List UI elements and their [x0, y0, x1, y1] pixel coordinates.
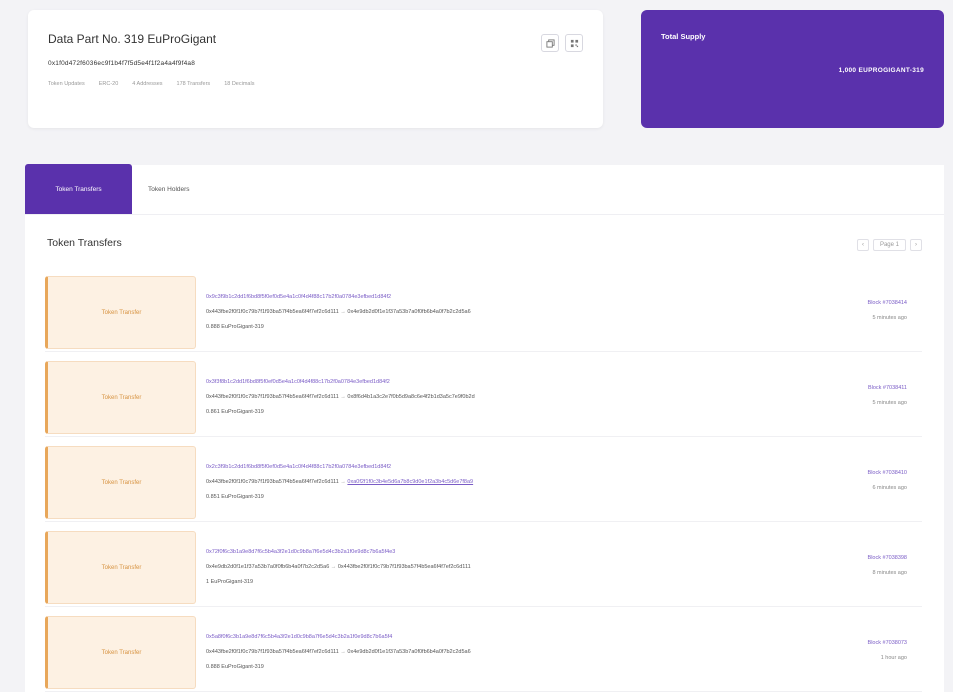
total-supply-card: Total Supply 1,000 EUPROGIGANT-319	[641, 10, 944, 128]
transfer-meta: Block #7038410 6 minutes ago	[868, 466, 907, 496]
from-address-link[interactable]: 0x443fbe2f0f1f0c79b7f1f93ba57f4b5ea6f4f7…	[206, 649, 339, 655]
tab-bar: Token Transfers Token Holders	[25, 164, 944, 215]
transfer-list: Token Transfer 0x9c3f9b1c2dd1f6bd8f5f0ef…	[45, 274, 922, 692]
transfer-row: Token Transfer 0x2c3f9b1c2dd1f6bd8f5f0ef…	[45, 444, 922, 522]
transfer-meta: Block #7038073 1 hour ago	[868, 636, 907, 666]
transfer-route: 0x4e9db2d0f1e1f37a53b7a0f0fb6b4a0f7b2c2d…	[206, 560, 471, 575]
transfer-type-badge: Token Transfer	[45, 446, 196, 519]
token-meta-item: ERC-20	[98, 81, 119, 87]
transaction-hash-link[interactable]: 0x5a8f0f6c3b1a9e8d7f6c5b4a3f2e1d0c9b8a7f…	[206, 630, 471, 645]
transaction-hash-link[interactable]: 0x9c3f9b1c2dd1f6bd8f5f0ef0d5e4a1c0f4d4f8…	[206, 290, 471, 305]
transfer-row: Token Transfer 0x72f0f6c3b1a9e8d7f6c5b4a…	[45, 529, 922, 607]
transfer-route: 0x443fbe2f0f1f0c79b7f1f93ba57f4b5ea6f4f7…	[206, 645, 471, 660]
transfer-amount: 1 EuProGigant-319	[206, 579, 254, 585]
block-number-link[interactable]: Block #7038411	[868, 381, 907, 396]
copy-address-button[interactable]	[541, 34, 559, 52]
token-meta-item[interactable]: 178 Transfers	[177, 81, 211, 87]
transfer-age: 5 minutes ago	[872, 315, 907, 321]
transfer-meta: Block #7038411 5 minutes ago	[868, 381, 907, 411]
transfer-details: 0x3f3f8b1c2dd1f6bd8f5f0ef0d5e4a1c0f4d4f8…	[206, 375, 475, 420]
chevron-right-icon: ›	[915, 242, 917, 248]
transaction-hash-link[interactable]: 0x72f0f6c3b1a9e8d7f6c5b4a3f2e1d0c9b8a7f6…	[206, 545, 471, 560]
token-meta-item[interactable]: Token Updates	[48, 81, 85, 87]
prev-page-button[interactable]: ‹	[856, 239, 869, 251]
transfer-details: 0x9c3f9b1c2dd1f6bd8f5f0ef0d5e4a1c0f4d4f8…	[206, 290, 471, 335]
transfer-amount: 0.851 EuProGigant-319	[206, 494, 264, 500]
transfer-details: 0x2c3f9b1c2dd1f6bd8f5f0ef0d5e4a1c0f4d4f8…	[206, 460, 473, 505]
transfer-meta: Block #7038414 5 minutes ago	[868, 296, 907, 326]
transfer-row: Token Transfer 0x5a8f0f6c3b1a9e8d7f6c5b4…	[45, 614, 922, 692]
token-details-card: Data Part No. 319 EuProGigant 0x1f0d472f…	[28, 10, 603, 128]
transfer-type-badge: Token Transfer	[45, 531, 196, 604]
token-meta-item: 18 Decimals	[224, 81, 255, 87]
transfer-age: 8 minutes ago	[872, 570, 907, 576]
transfer-row: Token Transfer 0x9c3f9b1c2dd1f6bd8f5f0ef…	[45, 274, 922, 352]
token-actions	[541, 34, 583, 52]
transaction-hash-link[interactable]: 0x3f3f8b1c2dd1f6bd8f5f0ef0d5e4a1c0f4d4f8…	[206, 375, 475, 390]
block-number-link[interactable]: Block #7038073	[868, 636, 907, 651]
from-address-link[interactable]: 0x443fbe2f0f1f0c79b7f1f93ba57f4b5ea6f4f7…	[206, 479, 339, 485]
to-address-link[interactable]: 0x4e9db2d0f1e1f37a53b7a0f0fb6b4a0f7b2c2d…	[347, 649, 470, 655]
transfer-route: 0x443fbe2f0f1f0c79b7f1f93ba57f4b5ea6f4f7…	[206, 305, 471, 320]
from-address-link[interactable]: 0x443fbe2f0f1f0c79b7f1f93ba57f4b5ea6f4f7…	[206, 394, 339, 400]
token-contract-address[interactable]: 0x1f0d472f6036ec9f1b4f7f5d5e4f1f2a4a4f9f…	[48, 60, 583, 67]
transfer-type-badge: Token Transfer	[45, 616, 196, 689]
token-meta-item[interactable]: 4 Addresses	[132, 81, 162, 87]
arrow-right-icon: →	[330, 564, 338, 570]
qr-code-button[interactable]	[565, 34, 583, 52]
transfer-route: 0x443fbe2f0f1f0c79b7f1f93ba57f4b5ea6f4f7…	[206, 475, 473, 490]
transfer-age: 6 minutes ago	[872, 485, 907, 491]
transfer-details: 0x72f0f6c3b1a9e8d7f6c5b4a3f2e1d0c9b8a7f6…	[206, 545, 471, 590]
transfer-amount: 0.861 EuProGigant-319	[206, 409, 264, 415]
transfer-row: Token Transfer 0x3f3f8b1c2dd1f6bd8f5f0ef…	[45, 359, 922, 437]
copy-icon	[545, 38, 555, 48]
total-supply-label: Total Supply	[661, 32, 706, 41]
transfer-amount: 0.888 EuProGigant-319	[206, 324, 264, 330]
from-address-link[interactable]: 0x4e9db2d0f1e1f37a53b7a0f0fb6b4a0f7b2c2d…	[206, 564, 329, 570]
transfer-route: 0x443fbe2f0f1f0c79b7f1f93ba57f4b5ea6f4f7…	[206, 390, 475, 405]
next-page-button[interactable]: ›	[910, 239, 922, 251]
to-address-link[interactable]: 0x443fbe2f0f1f0c79b7f1f93ba57f4b5ea6f4f7…	[338, 564, 471, 570]
transfer-age: 1 hour ago	[880, 655, 907, 661]
transfer-details: 0x5a8f0f6c3b1a9e8d7f6c5b4a3f2e1d0c9b8a7f…	[206, 630, 471, 675]
transfer-age: 5 minutes ago	[872, 400, 907, 406]
transfer-type-badge: Token Transfer	[45, 276, 196, 349]
token-meta-row: Token Updates ERC-20 4 Addresses 178 Tra…	[48, 81, 583, 87]
pagination: ‹ Page 1 ›	[856, 239, 922, 251]
section-title: Token Transfers	[47, 237, 122, 249]
to-address-link[interactable]: 0x8f6d4b1a3c2e7f0b5d9a8c6e4f2b1d3a5c7e9f…	[347, 394, 474, 400]
total-supply-value: 1,000 EUPROGIGANT-319	[838, 67, 924, 74]
chevron-left-icon: ‹	[861, 242, 864, 248]
tab-token-transfers[interactable]: Token Transfers	[25, 164, 132, 214]
page-indicator: Page 1	[872, 239, 906, 251]
tab-token-holders[interactable]: Token Holders	[132, 164, 206, 214]
qr-code-icon	[570, 39, 578, 47]
block-number-link[interactable]: Block #7038398	[868, 551, 907, 566]
block-number-link[interactable]: Block #7038414	[868, 296, 907, 311]
transfer-meta: Block #7038398 8 minutes ago	[868, 551, 907, 581]
to-address-link[interactable]: 0xa0f2f1f0c3b4e5d6a7b8c9d0e1f2a3b4c5d6e7…	[347, 479, 473, 485]
to-address-link[interactable]: 0x4e9db2d0f1e1f37a53b7a0f0fb6b4a0f7b2c2d…	[347, 309, 470, 315]
block-number-link[interactable]: Block #7038410	[868, 466, 907, 481]
transfer-type-badge: Token Transfer	[45, 361, 196, 434]
transaction-hash-link[interactable]: 0x2c3f9b1c2dd1f6bd8f5f0ef0d5e4a1c0f4d4f8…	[206, 460, 473, 475]
transfer-amount: 0.888 EuProGigant-319	[206, 664, 264, 670]
from-address-link[interactable]: 0x443fbe2f0f1f0c79b7f1f93ba57f4b5ea6f4f7…	[206, 309, 339, 315]
token-activity-panel: Token Transfers Token Holders Token Tran…	[25, 164, 944, 692]
token-title: Data Part No. 319 EuProGigant	[48, 32, 217, 46]
